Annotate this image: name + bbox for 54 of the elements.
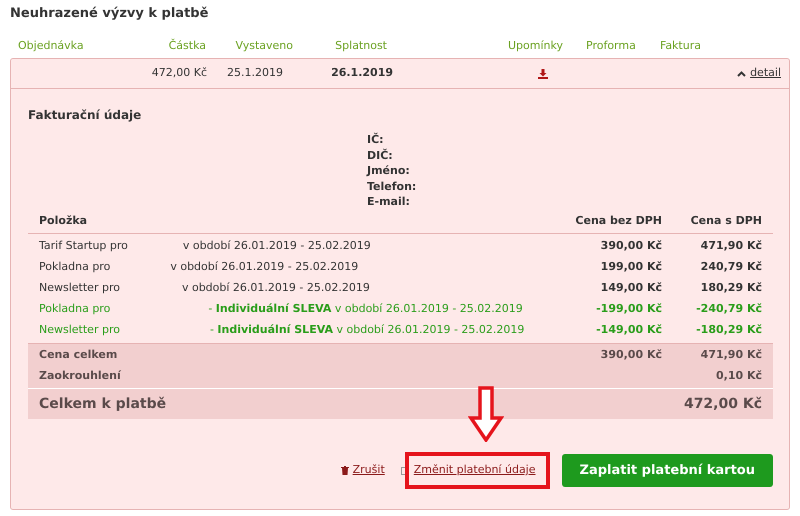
column-header: Upomínky	[507, 38, 563, 54]
column-header: Faktura	[659, 38, 702, 54]
download-icon[interactable]	[538, 68, 548, 78]
grand-total-label: Celkem k platbě	[39, 394, 168, 414]
price-cell-text: -180,29 Kč	[695, 322, 762, 338]
price-cell-text: 180,29 Kč	[700, 280, 762, 296]
price-cell-text: -240,79 Kč	[695, 301, 762, 318]
price-cell-text: -199,00 Kč	[595, 301, 662, 318]
field-label: Jméno:	[367, 163, 410, 178]
item-description: v období 26.01.2019 - 25.02.2019	[180, 280, 370, 296]
column-header: Cena s DPH	[690, 213, 762, 230]
item-description: v období 26.01.2019 - 25.02.2019	[169, 259, 358, 276]
total-label: Cena celkem	[39, 347, 118, 364]
pay-button[interactable]: Zaplatit platební kartou	[562, 454, 773, 487]
price-cell-text: 0,10 Kč	[714, 368, 762, 384]
price-cell-text: 240,79 Kč	[700, 259, 762, 276]
price-cell-text: 390,00 Kč	[600, 238, 662, 254]
column-header: Proforma	[585, 38, 637, 54]
item-name: Pokladna pro	[39, 259, 110, 276]
item-name: Tarif Startup pro	[39, 238, 128, 254]
column-header: Cena bez DPH	[574, 213, 662, 230]
item-description: - Individuální SLEVA v období 26.01.2019 - 25.02.2019	[207, 301, 523, 318]
detail-link[interactable]: detail	[750, 65, 781, 82]
trash-icon	[340, 466, 349, 475]
chevron-up-icon[interactable]	[737, 70, 746, 76]
issued-date: 25.1.2019	[226, 65, 283, 82]
due-date: 26.1.2019	[330, 65, 393, 82]
item-description: - Individuální SLEVA v období 26.01.2019 - 25.02.2019	[208, 322, 524, 338]
change-payment-link[interactable]: Změnit platební údaje	[394, 462, 542, 479]
field-label: IČ:	[367, 132, 384, 148]
column-header: Objednávka	[17, 38, 85, 54]
price-cell: 390,00 Kč	[600, 348, 662, 362]
billing-heading: Fakturační údaje	[28, 107, 142, 124]
field-label: E-mail:	[367, 194, 410, 210]
total-label: Zaokrouhlení	[39, 368, 122, 384]
price-cell-text: 471,90 Kč	[700, 347, 762, 364]
price-cell-text: 149,00 Kč	[600, 280, 662, 296]
column-header: Částka	[168, 38, 206, 54]
item-name: Newsletter pro	[39, 322, 120, 338]
field-label: Telefon:	[367, 178, 416, 194]
column-header: Vystaveno	[234, 38, 293, 54]
price-cell-text: -149,00 Kč	[595, 322, 662, 338]
item-name: Pokladna pro	[39, 301, 110, 318]
section-title: Neuhrazené výzvy k platbě	[10, 5, 210, 23]
grand-total-value: 472,00 Kč	[684, 394, 762, 414]
cancel-link[interactable]: Zrušit	[340, 462, 385, 479]
field-label: DIČ:	[367, 148, 393, 163]
column-header: Splatnost	[334, 38, 387, 54]
price-cell-text: 199,00 Kč	[600, 259, 662, 276]
price-cell-text: 471,90 Kč	[700, 238, 762, 254]
column-header: Položka	[39, 213, 88, 230]
item-name: Newsletter pro	[39, 280, 120, 296]
amount-cell-text: 472,00 Kč	[151, 65, 207, 82]
item-description: v období 26.01.2019 - 25.02.2019	[182, 238, 371, 254]
